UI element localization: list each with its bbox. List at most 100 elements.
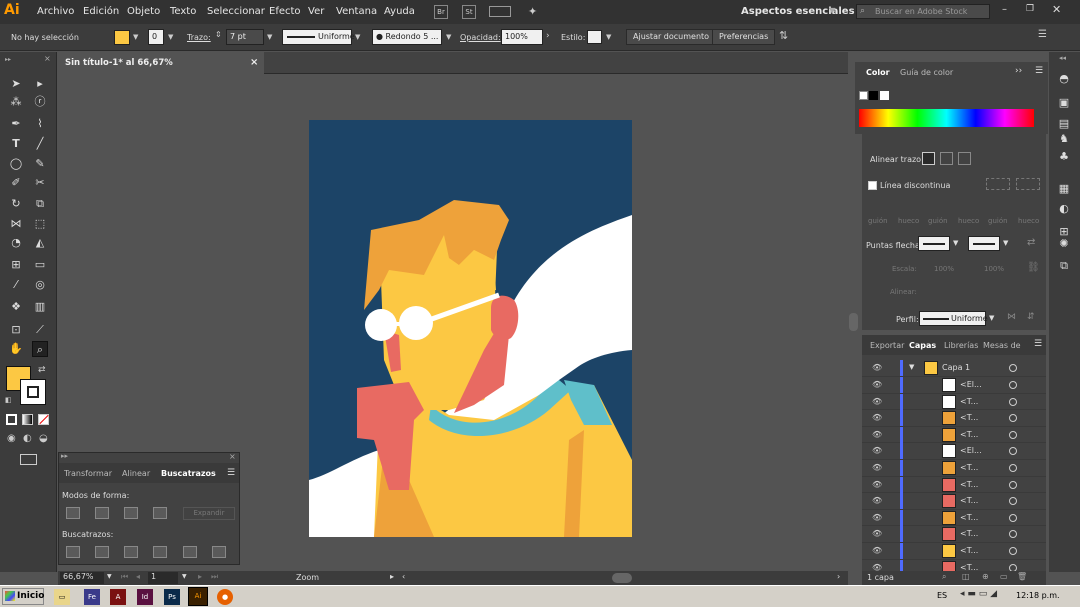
align-center-icon[interactable]	[922, 152, 935, 165]
chevron-down-icon[interactable]: ▼	[267, 33, 272, 41]
sublayer-row[interactable]: 👁 <T...	[862, 493, 1046, 510]
acrobat-icon[interactable]: A	[110, 589, 126, 605]
panel-menu-icon[interactable]: ☰	[227, 468, 235, 478]
sublayer-name[interactable]: <T...	[960, 413, 978, 422]
visibility-eye-icon[interactable]: 👁	[872, 546, 882, 555]
tab-export[interactable]: Exportar	[870, 341, 904, 350]
locate-object-icon[interactable]: ⌕	[942, 572, 946, 582]
symbol-sprayer-icon[interactable]: ❖	[8, 299, 24, 315]
stroke-weight-input[interactable]: 7 pt	[226, 29, 264, 45]
shaper-tool-icon[interactable]: ✐	[8, 175, 24, 191]
stroke-color-swatch[interactable]	[20, 379, 46, 405]
libraries-panel-icon[interactable]: ▤	[1057, 117, 1071, 131]
stroke-swatch[interactable]: 0	[148, 29, 164, 45]
arrange-icon[interactable]	[489, 6, 511, 17]
profile-select[interactable]: Uniforme	[919, 311, 988, 326]
appearance-icon[interactable]: ◓	[1057, 72, 1071, 86]
sublayer-row[interactable]: 👁 <El...	[862, 377, 1046, 394]
visibility-eye-icon[interactable]: 👁	[872, 363, 882, 372]
chevron-right-icon[interactable]: ››	[1015, 66, 1022, 76]
swap-colors-icon[interactable]: ⇄	[38, 365, 46, 375]
opacity-input[interactable]: 100%	[501, 29, 543, 45]
folder-icon[interactable]: ▭	[54, 589, 70, 605]
column-graph-icon[interactable]: ▥	[32, 299, 48, 315]
visibility-eye-icon[interactable]: 👁	[872, 480, 882, 489]
default-colors-icon[interactable]: ◧	[5, 396, 12, 404]
visibility-eye-icon[interactable]: 👁	[872, 380, 882, 389]
tab-libraries[interactable]: Librerías	[944, 341, 978, 350]
free-transform-icon[interactable]: ⬚	[32, 216, 48, 232]
sublayer-name[interactable]: <T...	[960, 529, 978, 538]
draw-normal-icon[interactable]: ◉	[7, 433, 16, 444]
tab-pathfinder[interactable]: Buscatrazos	[161, 469, 216, 478]
stock-search-input[interactable]: ⌕ Buscar en Adobe Stock	[856, 4, 990, 19]
sublayer-row[interactable]: 👁 <T...	[862, 476, 1046, 494]
stock-icon[interactable]: St	[462, 5, 476, 19]
artboards-panel-icon[interactable]: ▣	[1057, 96, 1071, 110]
delete-icon[interactable]: 🗑	[1017, 572, 1027, 581]
intersect-icon[interactable]	[124, 507, 138, 519]
layer-name[interactable]: Capa 1	[942, 363, 970, 372]
none-mode-icon[interactable]	[38, 414, 49, 425]
stroke-label[interactable]: Trazo:	[187, 33, 211, 42]
visibility-eye-icon[interactable]: 👁	[872, 397, 882, 406]
blend-tool-icon[interactable]: ◎	[32, 277, 48, 293]
sun-icon[interactable]: ✺	[1057, 237, 1071, 251]
close-icon[interactable]: ×	[44, 54, 51, 63]
menu-efecto[interactable]: Efecto	[269, 6, 301, 17]
sublayer-row[interactable]: 👁 <T...	[862, 393, 1046, 411]
firefox-icon[interactable]: ●	[217, 589, 233, 605]
transform-panel-icon[interactable]: ⧉	[1057, 259, 1071, 273]
expand-button[interactable]: Expandir	[183, 507, 235, 520]
target-circle-icon[interactable]	[1009, 530, 1017, 539]
menu-seleccionar[interactable]: Seleccionar	[207, 6, 265, 17]
restore-icon[interactable]: ❐	[1026, 4, 1034, 14]
sublayer-name[interactable]: <T...	[960, 496, 978, 505]
target-circle-icon[interactable]	[1009, 447, 1017, 456]
clipping-mask-icon[interactable]: ◫	[962, 572, 970, 581]
target-circle-icon[interactable]	[1009, 464, 1017, 472]
close-icon[interactable]: ✕	[1052, 3, 1061, 16]
tab-transform[interactable]: Transformar	[64, 469, 112, 478]
bridge-icon[interactable]: Br	[434, 5, 448, 19]
sublayer-row[interactable]: 👁 <T...	[862, 460, 1046, 477]
line-tool-icon[interactable]: ╱	[32, 136, 48, 152]
dash-align-icon[interactable]	[1016, 178, 1040, 190]
scissors-icon[interactable]: ✂	[32, 175, 48, 191]
target-circle-icon[interactable]	[1009, 480, 1017, 489]
outline-icon[interactable]	[183, 546, 197, 558]
selection-tool-icon[interactable]: ➤	[8, 76, 24, 92]
magic-wand-icon[interactable]: ⁂	[8, 94, 24, 110]
screen-mode-icon[interactable]	[20, 454, 37, 465]
sublayer-row[interactable]: 👁 <T...	[862, 543, 1046, 560]
black-swatch[interactable]	[869, 91, 878, 100]
brush-definition[interactable]: ● Redondo 5 ...	[372, 29, 442, 45]
scroll-right-icon[interactable]: ›	[837, 572, 840, 581]
menu-texto[interactable]: Texto	[170, 6, 196, 17]
chevron-down-icon[interactable]: ▼	[168, 33, 173, 41]
panel-menu-icon[interactable]: ☰	[1034, 339, 1042, 349]
trim-icon[interactable]	[95, 546, 109, 558]
mesh-tool-icon[interactable]: ⊞	[8, 257, 24, 273]
slice-tool-icon[interactable]: ⟋	[32, 322, 48, 338]
workspace-switcher[interactable]: Aspectos esenciales	[741, 6, 855, 17]
sublayer-row[interactable]: 👁 <T...	[862, 526, 1046, 544]
puppet-icon[interactable]: ♞	[1057, 132, 1071, 146]
photoshop-icon[interactable]: Ps	[164, 589, 180, 605]
stroke-panel-icon[interactable]: ▦	[1057, 182, 1071, 196]
pen-tool-icon[interactable]: ✒	[8, 116, 24, 132]
tab-artboards[interactable]: Mesas de	[983, 341, 1021, 350]
direct-selection-tool-icon[interactable]: ▸	[32, 76, 48, 92]
menu-ver[interactable]: Ver	[308, 6, 324, 17]
artboard[interactable]	[309, 120, 632, 537]
target-circle-icon[interactable]	[1009, 547, 1017, 555]
chevron-down-icon[interactable]: ▼	[606, 33, 611, 41]
next-page-icon[interactable]: ▸	[198, 572, 202, 581]
align-outside-icon[interactable]	[958, 152, 971, 165]
chevron-right-icon[interactable]: ›	[546, 31, 550, 41]
sublayer-name[interactable]: <El...	[960, 380, 982, 389]
sublayer-name[interactable]: <T...	[960, 513, 978, 522]
unite-icon[interactable]	[66, 507, 80, 519]
graphic-style-swatch[interactable]	[587, 30, 602, 44]
exclude-icon[interactable]	[153, 507, 167, 519]
